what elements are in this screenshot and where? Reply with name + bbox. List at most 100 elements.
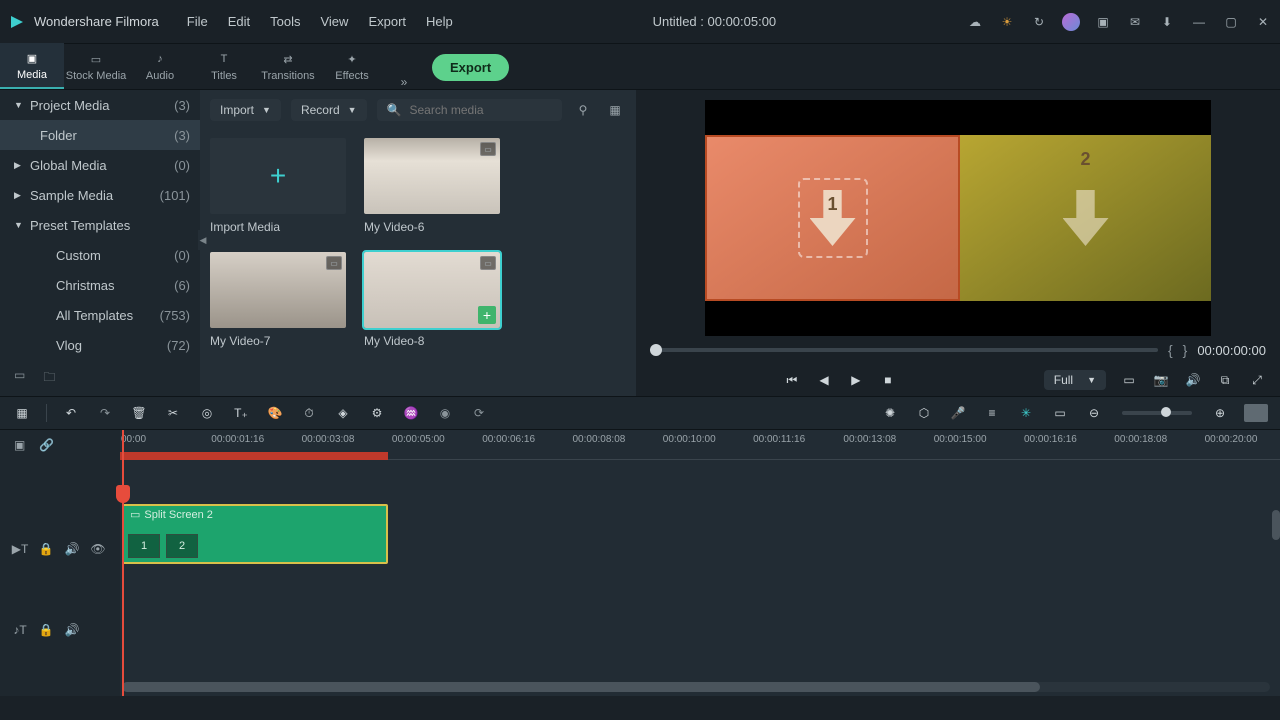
tree-project-media[interactable]: ▼Project Media(3) — [0, 90, 200, 120]
prev-frame-icon[interactable]: ⏮ — [783, 371, 801, 389]
play-back-icon[interactable]: ▶ — [815, 371, 833, 389]
timeline-vscrollbar[interactable] — [1272, 510, 1280, 540]
tree-christmas[interactable]: Christmas(6) — [0, 270, 200, 300]
menu-file[interactable]: File — [177, 8, 218, 35]
track-mute-icon[interactable]: 🔊 — [64, 541, 80, 557]
popout-icon[interactable]: ⧉ — [1216, 371, 1234, 389]
tabs-expand-icon[interactable]: » — [384, 75, 424, 89]
preview-quality-dropdown[interactable]: Full▼ — [1044, 370, 1106, 390]
track-mute-icon[interactable]: 🔊 — [64, 622, 80, 638]
tree-all-templates[interactable]: All Templates(753) — [0, 300, 200, 330]
menu-tools[interactable]: Tools — [260, 8, 310, 35]
import-media-card[interactable]: + Import Media — [210, 138, 346, 248]
timeline-magnet-icon[interactable]: 🔗 — [39, 438, 54, 452]
cloud-icon[interactable]: ☁ — [966, 13, 984, 31]
volume-icon[interactable]: 🔊 — [1184, 371, 1202, 389]
menu-view[interactable]: View — [310, 8, 358, 35]
tree-vlog[interactable]: Vlog(72) — [0, 330, 200, 360]
search-box[interactable]: 🔍 — [377, 99, 562, 121]
maximize-icon[interactable]: ▢ — [1222, 13, 1240, 31]
sidebar-collapse-icon[interactable]: ◀ — [198, 230, 208, 250]
preview-viewport[interactable]: 1 2 — [705, 100, 1211, 336]
undo-icon[interactable]: ↶ — [61, 403, 81, 423]
scrubber-knob[interactable] — [650, 344, 662, 356]
delete-icon[interactable]: 🗑 — [129, 403, 149, 423]
split-drop-zone-2[interactable]: 2 — [960, 135, 1211, 301]
video-track-icon[interactable]: ▶T — [12, 541, 28, 557]
zoom-knob[interactable] — [1161, 407, 1171, 417]
mark-out-button[interactable]: } — [1183, 342, 1188, 358]
grid-view-icon[interactable]: ▦ — [604, 99, 626, 121]
adjust-icon[interactable]: ⚙ — [367, 403, 387, 423]
expand-icon[interactable]: ⤢ — [1248, 371, 1266, 389]
sun-icon[interactable]: ☀ — [998, 13, 1016, 31]
avatar-icon[interactable] — [1062, 13, 1080, 31]
text-icon[interactable]: T₊ — [231, 403, 251, 423]
timeline-link-icon[interactable]: ▣ — [14, 438, 25, 452]
track-lock-icon[interactable]: 🔒 — [38, 622, 54, 638]
add-to-timeline-icon[interactable]: + — [478, 306, 496, 324]
timeline-hscrollbar[interactable] — [122, 682, 1270, 692]
tab-stock-media[interactable]: ▭Stock Media — [64, 43, 128, 89]
tree-global-media[interactable]: ▶Global Media(0) — [0, 150, 200, 180]
tree-sample-media[interactable]: ▶Sample Media(101) — [0, 180, 200, 210]
thumb-my-video-7[interactable]: ▭ My Video-7 — [210, 252, 346, 362]
tab-audio[interactable]: ♪Audio — [128, 43, 192, 89]
zoom-in-icon[interactable]: ⊕ — [1210, 403, 1230, 423]
thumb-my-video-8[interactable]: ▭+ My Video-8 — [364, 252, 500, 362]
zoom-fit-icon[interactable] — [1244, 404, 1268, 422]
tab-effects[interactable]: ✦Effects — [320, 43, 384, 89]
tracks-area[interactable]: 00:0000:00:01:1600:00:03:0800:00:05:0000… — [120, 430, 1280, 696]
mail-icon[interactable]: ✉ — [1126, 13, 1144, 31]
tree-folder[interactable]: Folder(3) — [0, 120, 200, 150]
snapshot-icon[interactable]: 📷 — [1152, 371, 1170, 389]
tree-custom[interactable]: Custom(0) — [0, 240, 200, 270]
timeline-ruler[interactable]: 00:0000:00:01:1600:00:03:0800:00:05:0000… — [120, 430, 1280, 460]
marker-icon[interactable]: ⬡ — [914, 403, 934, 423]
menu-export[interactable]: Export — [358, 8, 416, 35]
hscrollbar-thumb[interactable] — [122, 682, 1040, 692]
layout-icon[interactable]: ▦ — [12, 403, 32, 423]
greenscreen-icon[interactable]: ◉ — [435, 403, 455, 423]
tab-titles[interactable]: TTitles — [192, 43, 256, 89]
history-icon[interactable]: ↻ — [1030, 13, 1048, 31]
menu-help[interactable]: Help — [416, 8, 463, 35]
playhead[interactable] — [122, 430, 124, 696]
display-icon[interactable]: ▭ — [1120, 371, 1138, 389]
import-dropdown[interactable]: Import▼ — [210, 99, 281, 121]
cut-icon[interactable]: ✂ — [163, 403, 183, 423]
mixer-icon[interactable]: ≡ — [982, 403, 1002, 423]
minimize-icon[interactable]: — — [1190, 13, 1208, 31]
menu-edit[interactable]: Edit — [218, 8, 260, 35]
tree-preset-templates[interactable]: ▼Preset Templates — [0, 210, 200, 240]
crop-icon[interactable]: ◎ — [197, 403, 217, 423]
split-drop-zone-1[interactable]: 1 — [705, 135, 960, 301]
playhead-cap-icon[interactable] — [116, 485, 130, 503]
zoom-out-icon[interactable]: ⊖ — [1084, 403, 1104, 423]
preview-scrubber[interactable] — [650, 348, 1158, 352]
track-lock-icon[interactable]: 🔒 — [38, 541, 54, 557]
trash-icon[interactable]: ▭ — [14, 368, 25, 389]
audio-adj-icon[interactable]: ♒ — [401, 403, 421, 423]
play-icon[interactable]: ▶ — [847, 371, 865, 389]
track-visibility-icon[interactable]: 👁 — [90, 541, 106, 557]
tag-icon[interactable]: ◈ — [333, 403, 353, 423]
search-input[interactable] — [410, 103, 553, 117]
color-icon[interactable]: 🎨 — [265, 403, 285, 423]
thumb-my-video-6[interactable]: ▭ My Video-6 — [364, 138, 500, 248]
clip-split-screen[interactable]: ▭Split Screen 2 1 2 — [122, 504, 388, 564]
clip-slot-2[interactable]: 2 — [166, 534, 198, 558]
download-icon[interactable]: ⬇ — [1158, 13, 1176, 31]
stop-icon[interactable]: ■ — [879, 371, 897, 389]
audio-track-icon[interactable]: ♪T — [12, 622, 28, 638]
redo-icon[interactable]: ↷ — [95, 403, 115, 423]
aspect-icon[interactable]: ▭ — [1050, 403, 1070, 423]
new-folder-icon[interactable]: 🗀 — [43, 368, 55, 389]
tab-media[interactable]: ▣Media — [0, 43, 64, 89]
auto-reframe-icon[interactable]: ✳ — [1016, 403, 1036, 423]
mark-in-button[interactable]: { — [1168, 342, 1173, 358]
render-icon[interactable]: ✺ — [880, 403, 900, 423]
speed-icon[interactable]: ⏱ — [299, 403, 319, 423]
tab-transitions[interactable]: ⇄Transitions — [256, 43, 320, 89]
export-button[interactable]: Export — [432, 54, 509, 81]
